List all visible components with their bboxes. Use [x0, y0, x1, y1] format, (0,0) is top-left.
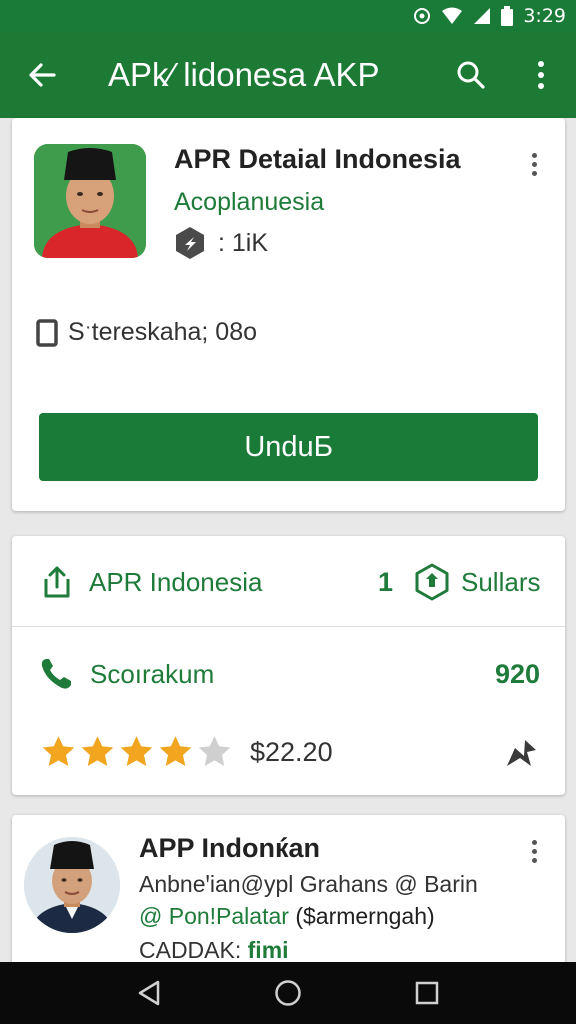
star-filled-icon — [120, 736, 153, 766]
info-card: APR Indonesia 1 Sullars Scoırakum 920 $2… — [12, 536, 565, 795]
storage-text: Sˑtereskaha; 08o — [68, 318, 258, 346]
contact-value: 920 — [494, 658, 540, 689]
publisher-count: 1 — [378, 566, 394, 597]
app-name: APR Detaial Indonesia — [174, 144, 461, 174]
battery-icon — [501, 6, 514, 26]
star-filled-icon — [159, 736, 192, 766]
signal-icon — [473, 7, 491, 25]
more-vert-icon — [538, 61, 544, 89]
profile-card-menu-button[interactable] — [519, 831, 549, 871]
star-filled-icon — [42, 736, 75, 766]
install-button[interactable]: UnduƂ — [39, 413, 538, 481]
price: $22.20 — [250, 736, 333, 767]
profile-line-3-link[interactable]: fimi — [248, 937, 289, 963]
back-button[interactable] — [0, 32, 84, 118]
info-row-contact[interactable]: Scoırakum 920 — [12, 646, 565, 702]
app-card-menu-button[interactable] — [519, 144, 549, 184]
status-time: 3:29 — [523, 5, 566, 27]
downloads-count: : 1iK — [218, 228, 269, 257]
profile-name: APP Indonќan — [139, 833, 321, 863]
downloads-info: : 1iK — [174, 226, 268, 260]
badge-label: Sullars — [461, 566, 541, 597]
wifi-icon — [441, 7, 463, 25]
profile-handle-suffix: ($armerngah) — [288, 903, 435, 929]
nav-home-icon[interactable] — [274, 979, 302, 1007]
profile-line-2: @ Pon!Palatar ($armerngah) — [139, 903, 435, 930]
info-row-rating: $22.20 — [12, 724, 565, 780]
publisher-label: APR Indonesia — [89, 566, 263, 597]
profile-card: APP Indonќan Anbneꞌian@ypl Grahans @ Bar… — [12, 815, 565, 975]
rating-stars[interactable] — [40, 734, 233, 770]
divider — [12, 626, 565, 627]
contact-label: Scoırakum — [90, 658, 215, 689]
app-bar: APk⁄ lidonesa AKP — [0, 32, 576, 118]
system-nav-bar — [0, 962, 576, 1024]
hexagon-badge-icon — [415, 563, 449, 601]
phone-icon — [41, 659, 71, 689]
status-bar: 3:29 — [0, 0, 576, 32]
arrow-back-icon — [29, 63, 56, 87]
star-empty-icon — [198, 736, 231, 766]
profile-line-3-label: CADDAK: — [139, 937, 248, 963]
app-detail-card: APR Detaial Indonesia Acoplanuesia : 1iK… — [12, 118, 565, 511]
developer-link[interactable]: Acoplanuesia — [174, 188, 324, 217]
star-filled-icon — [81, 736, 114, 766]
storage-info: Sˑtereskaha; 08o — [36, 318, 257, 347]
phone-storage-icon — [36, 318, 58, 347]
nav-recents-icon[interactable] — [414, 980, 440, 1006]
nav-back-icon[interactable] — [136, 979, 162, 1007]
search-button[interactable] — [436, 32, 506, 118]
profile-handle-link[interactable]: @ Pon!Palatar — [139, 903, 289, 929]
avatar[interactable] — [24, 837, 120, 933]
app-icon — [34, 144, 146, 258]
page-title: APk⁄ lidonesa AKP — [108, 56, 380, 93]
open-arrow-icon[interactable] — [503, 736, 539, 768]
search-icon — [457, 61, 485, 89]
data-saver-icon — [413, 7, 431, 25]
profile-line-3: CADDAK: fimi — [139, 937, 289, 964]
info-row-publisher[interactable]: APR Indonesia 1 Sullars — [12, 554, 565, 610]
profile-line-1: Anbneꞌian@ypl Grahans @ Barin — [139, 871, 478, 897]
share-icon — [44, 566, 70, 598]
verified-badge-icon — [176, 227, 204, 259]
overflow-menu-button[interactable] — [506, 32, 576, 118]
